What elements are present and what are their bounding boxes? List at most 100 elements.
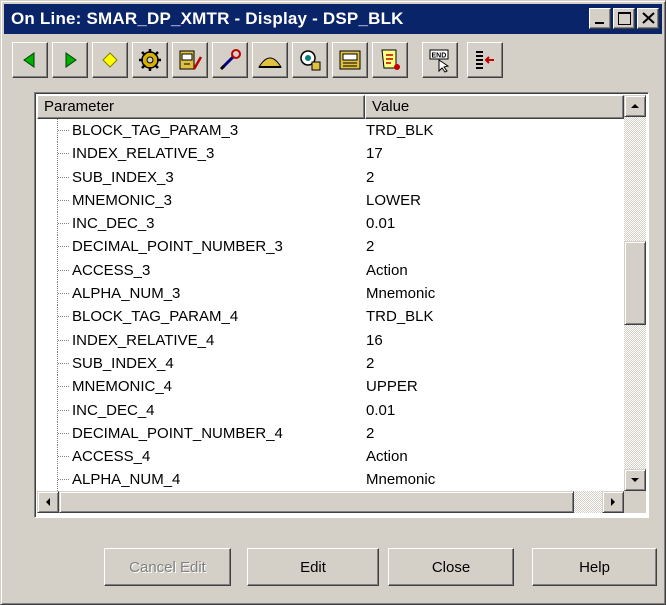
column-header-value[interactable]: Value <box>365 95 624 119</box>
vertical-scrollbar[interactable] <box>624 95 646 491</box>
chevron-down-icon <box>631 478 639 482</box>
list-item[interactable]: INC_DEC_3 0.01 <box>37 212 624 236</box>
gears-button[interactable] <box>132 42 168 78</box>
arrow-left-icon <box>23 52 35 68</box>
wrench-button[interactable] <box>212 42 248 78</box>
scrollbar-corner <box>624 491 646 513</box>
close-window-button[interactable] <box>637 8 659 29</box>
arrow-right-icon <box>65 52 77 68</box>
list-item[interactable]: ALPHA_NUM_4 Mnemonic <box>37 468 624 491</box>
parameter-value: LOWER <box>366 191 422 209</box>
list-item[interactable]: INDEX_RELATIVE_3 17 <box>37 142 624 166</box>
exit-list-button[interactable] <box>467 42 503 78</box>
vertical-scroll-thumb[interactable] <box>624 241 646 325</box>
column-header-parameter[interactable]: Parameter <box>37 95 365 119</box>
parameter-name: ALPHA_NUM_4 <box>72 471 181 489</box>
list-item[interactable]: DECIMAL_POINT_NUMBER_4 2 <box>37 421 624 446</box>
parameter-name: INC_DEC_4 <box>72 401 155 419</box>
parameter-name: INDEX_RELATIVE_4 <box>72 331 215 349</box>
scroll-up-button[interactable] <box>624 95 646 117</box>
parameter-name: SUB_INDEX_3 <box>72 168 174 186</box>
list-rows: BLOCK_TAG_PARAM_3 TRD_BLK INDEX_RELATIVE_… <box>37 119 624 491</box>
exit-list-icon <box>476 51 494 69</box>
parameter-value: 2 <box>366 424 375 442</box>
scroll-down-button[interactable] <box>624 469 646 491</box>
list-item[interactable]: INDEX_RELATIVE_4 16 <box>37 328 624 352</box>
parameter-value: 2 <box>366 238 375 256</box>
close-icon <box>642 12 655 24</box>
parameter-name: BLOCK_TAG_PARAM_3 <box>72 122 239 139</box>
list-item[interactable]: ALPHA_NUM_3 Mnemonic <box>37 282 624 306</box>
parameter-name: INDEX_RELATIVE_3 <box>72 145 215 163</box>
parameter-value: 0.01 <box>366 215 396 233</box>
chevron-left-icon <box>46 498 50 506</box>
trend-button[interactable] <box>252 42 288 78</box>
parameter-value: 16 <box>366 331 383 349</box>
parameter-value: TRD_BLK <box>366 122 434 139</box>
window-title: On Line: SMAR_DP_XMTR - Display - DSP_BL… <box>11 9 404 28</box>
parameter-name: DECIMAL_POINT_NUMBER_3 <box>72 238 283 256</box>
back-button[interactable] <box>12 42 48 78</box>
parameter-value: UPPER <box>366 378 418 396</box>
parameter-name: ALPHA_NUM_3 <box>72 285 181 303</box>
parameter-value: Mnemonic <box>366 285 436 303</box>
diamond-icon <box>102 52 118 68</box>
list-item[interactable]: INC_DEC_4 0.01 <box>37 398 624 422</box>
parameter-value: 17 <box>366 145 383 163</box>
parameter-value: Action <box>366 448 408 466</box>
report-button[interactable] <box>372 42 408 78</box>
cancel-edit-button[interactable]: Cancel Edit <box>104 548 231 586</box>
list-item[interactable]: MNEMONIC_4 UPPER <box>37 375 624 399</box>
diamond-button[interactable] <box>92 42 128 78</box>
parameter-value: 0.01 <box>366 401 396 419</box>
list-item[interactable]: ACCESS_3 Action <box>37 258 624 283</box>
parameter-name: MNEMONIC_4 <box>72 378 173 396</box>
edit-button[interactable]: Edit <box>247 548 379 586</box>
horizontal-scroll-thumb[interactable] <box>59 491 574 513</box>
parameter-name: SUB_INDEX_4 <box>72 354 174 372</box>
help-button[interactable]: Help <box>532 548 657 586</box>
chevron-right-icon <box>611 498 615 506</box>
parameter-name: ACCESS_3 <box>72 261 151 279</box>
parameter-list[interactable]: Parameter Value BLOCK_TAG_PARAM_3 TRD_BLK… <box>34 92 649 518</box>
list-item[interactable]: MNEMONIC_3 LOWER <box>37 188 624 213</box>
toolbar: END <box>12 42 662 78</box>
monitor-icon <box>339 50 361 70</box>
calibrate-button[interactable] <box>172 42 208 78</box>
end-icon: END <box>429 49 450 73</box>
block-view-icon <box>300 50 321 71</box>
block-view-button[interactable] <box>292 42 328 78</box>
parameter-value: TRD_BLK <box>366 308 434 326</box>
svg-text:END: END <box>432 53 447 60</box>
wrench-icon <box>219 49 241 71</box>
list-item[interactable]: BLOCK_TAG_PARAM_3 TRD_BLK <box>37 119 624 143</box>
list-item[interactable]: DECIMAL_POINT_NUMBER_3 2 <box>37 235 624 259</box>
list-item[interactable]: SUB_INDEX_3 2 <box>37 165 624 189</box>
horizontal-scrollbar[interactable] <box>37 491 624 513</box>
list-item[interactable]: SUB_INDEX_4 2 <box>37 351 624 376</box>
scroll-left-button[interactable] <box>37 491 59 513</box>
window-controls <box>587 8 659 29</box>
parameter-value: 2 <box>366 168 375 186</box>
list-header: Parameter Value <box>37 95 624 119</box>
list-item[interactable]: ACCESS_4 Action <box>37 445 624 469</box>
maximize-button[interactable] <box>613 8 635 29</box>
parameter-value: Mnemonic <box>366 471 436 489</box>
list-item[interactable]: BLOCK_TAG_PARAM_4 TRD_BLK <box>37 305 624 329</box>
dialog-window: On Line: SMAR_DP_XMTR - Display - DSP_BL… <box>0 0 666 605</box>
forward-button[interactable] <box>52 42 88 78</box>
scroll-icon <box>381 49 400 70</box>
parameter-name: INC_DEC_3 <box>72 215 155 233</box>
title-bar[interactable]: On Line: SMAR_DP_XMTR - Display - DSP_BL… <box>4 4 662 34</box>
gears-icon <box>139 49 161 71</box>
parameter-value: 2 <box>366 354 375 372</box>
close-button[interactable]: Close <box>388 548 514 586</box>
parameter-name: BLOCK_TAG_PARAM_4 <box>72 308 239 326</box>
parameter-name: DECIMAL_POINT_NUMBER_4 <box>72 424 283 442</box>
end-button[interactable]: END <box>422 42 458 78</box>
calibrate-icon <box>179 50 203 70</box>
monitor-button[interactable] <box>332 42 368 78</box>
scroll-right-button[interactable] <box>602 491 624 513</box>
minimize-button[interactable] <box>589 8 611 29</box>
chevron-up-icon <box>631 104 639 108</box>
